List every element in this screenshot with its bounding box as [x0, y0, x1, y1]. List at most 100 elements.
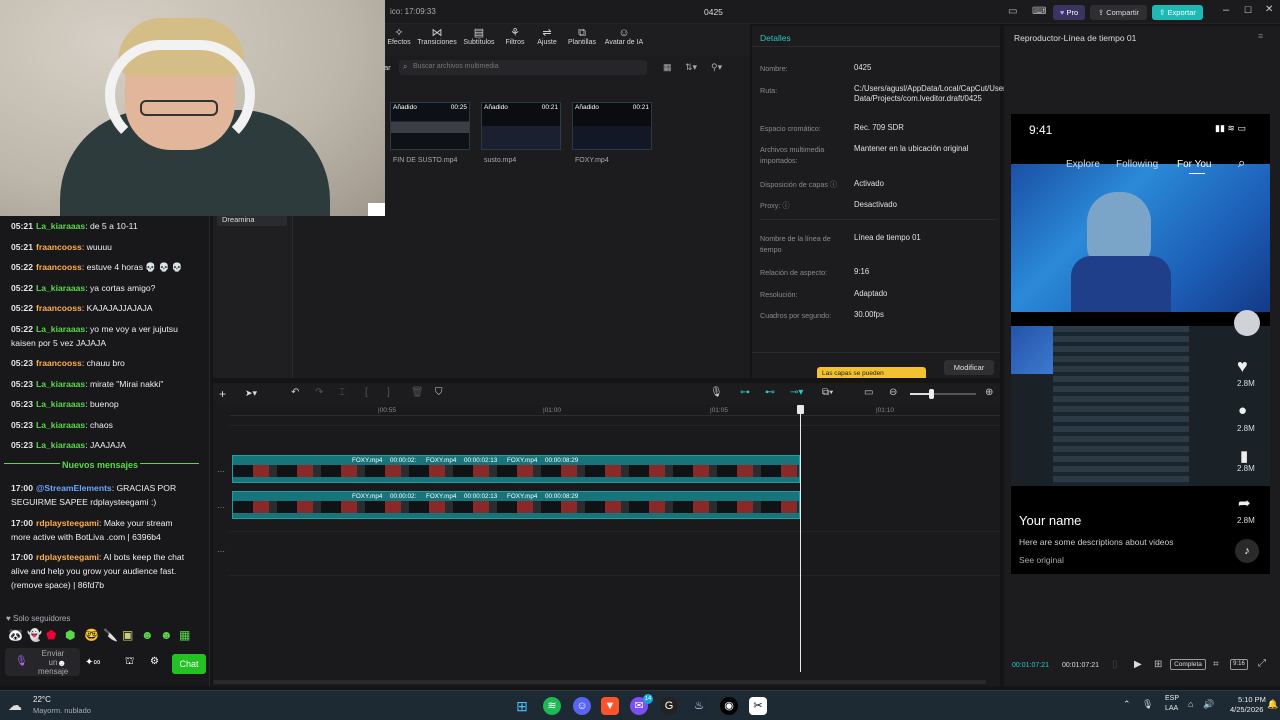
chat-send-button[interactable]: Chat [172, 654, 206, 674]
tab-filters[interactable]: ⚘ Filtros [497, 27, 533, 46]
tab-adjust[interactable]: ⇌ Ajuste [529, 27, 565, 46]
maximize-icon[interactable]: ☐ [1244, 5, 1252, 16]
link-icon[interactable]: ⊷ [765, 387, 775, 398]
media-clip-foxy[interactable]: Añadido 00:21 [572, 102, 652, 150]
media-clip-susto[interactable]: Añadido 00:21 [481, 102, 561, 150]
media-clip-fin-de-susto[interactable]: Añadido 00:25 [390, 102, 470, 150]
chat-username[interactable]: La_kiaraaas [36, 379, 85, 389]
microphone-icon[interactable]: 🎙 [710, 387, 723, 398]
chat-username[interactable]: La_kiaraaas [36, 221, 85, 231]
playhead[interactable] [800, 405, 801, 672]
brave-icon[interactable]: ▼ [601, 697, 619, 715]
trim-right-icon[interactable]: ] [387, 387, 390, 398]
import-label[interactable]: ar [384, 63, 391, 72]
capcut-g-icon[interactable]: G [660, 697, 678, 715]
snap-icon[interactable]: ⧉▾ [822, 387, 833, 398]
emote-icon[interactable]: ☻ [160, 628, 173, 642]
emote-icon[interactable]: 🤓 [84, 628, 99, 642]
split-icon[interactable]: ⌶ [339, 387, 345, 398]
media-search-input[interactable]: ⌕ Buscar archivos multimedia [399, 60, 647, 75]
chat-username[interactable]: fraancooss [36, 242, 82, 252]
comment-icon[interactable]: ● [1238, 402, 1247, 419]
caption-icon[interactable]: ▭ [864, 387, 873, 398]
capcut-icon[interactable]: ✂ [749, 697, 767, 715]
weather-temp[interactable]: 22°C [33, 695, 51, 704]
chat-username[interactable]: rdplaysteegami [36, 552, 99, 562]
search-icon[interactable]: ⌕ [1238, 155, 1245, 171]
lang-top[interactable]: ESP [1165, 695, 1179, 702]
tab-subtitles[interactable]: ▤ Subtítulos [461, 27, 497, 46]
export-button[interactable]: ⇧ Exportar [1152, 5, 1203, 20]
menu-icon[interactable]: ≡ [1258, 31, 1263, 41]
minimize-icon[interactable]: – [1223, 4, 1229, 16]
tab-explore[interactable]: Explore [1066, 159, 1100, 170]
fit-icon[interactable]: ▯ [1112, 659, 1118, 670]
delete-icon[interactable]: 🗑 [411, 387, 424, 398]
microphone-icon[interactable]: 🎙 [15, 656, 28, 667]
sort-icon[interactable]: ⇅▾ [685, 62, 697, 73]
obs-icon[interactable]: ◉ [720, 697, 738, 715]
mic-tray-icon[interactable]: 🎙 [1142, 699, 1153, 710]
zoom-in-icon[interactable]: ⊕ [985, 387, 993, 398]
chevron-up-icon[interactable]: ⌃ [1123, 699, 1131, 710]
timeline-scrollbar[interactable] [213, 680, 986, 684]
chat-username[interactable]: fraancooss [36, 262, 82, 272]
shortcut-icon[interactable]: ⌨ [1032, 6, 1046, 17]
crop-icon[interactable]: ⊞ [1154, 659, 1162, 670]
share-icon[interactable]: ➦ [1238, 494, 1251, 512]
chat-username[interactable]: fraancooss [36, 358, 82, 368]
modify-button[interactable]: Modificar [944, 360, 994, 375]
share-button[interactable]: ⇪ Compartir [1090, 5, 1147, 20]
fullscreen-icon[interactable]: ⤢ [1258, 658, 1266, 669]
chat-username[interactable]: La_kiaraaas [36, 420, 85, 430]
chat-username[interactable]: La_kiaraaas [36, 440, 85, 450]
avatar-icon[interactable] [1234, 310, 1260, 336]
store-icon[interactable]: ⛫ [125, 656, 134, 669]
video-track-clip[interactable]: FOXY.mp4 00:00:02: FOXY.mp4 00:00:02:13 … [232, 491, 800, 519]
emote-icon[interactable]: 🐼 [8, 628, 23, 642]
emote-icon[interactable]: ⬢ [65, 628, 75, 642]
tab-following[interactable]: Following [1116, 159, 1158, 170]
chat-username[interactable]: La_kiaraaas [36, 283, 85, 293]
emote-icon[interactable]: ⬟ [46, 628, 56, 642]
chat-username[interactable]: rdplaysteegami [36, 518, 99, 528]
tab-for-you[interactable]: For You [1177, 159, 1211, 170]
playhead-handle[interactable] [797, 405, 804, 414]
play-icon[interactable]: ▶ [1134, 659, 1142, 670]
magnet-icon[interactable]: ⊶ [740, 387, 750, 398]
close-icon[interactable]: ✕ [1265, 4, 1273, 15]
emote-icon[interactable]: 🔪 [103, 628, 118, 642]
track-more-icon[interactable]: ⋯ [217, 547, 225, 556]
undo-icon[interactable]: ↶ [291, 387, 299, 398]
shield-icon[interactable]: ⛉ [435, 387, 443, 398]
zoom-slider[interactable] [910, 389, 976, 399]
aspect-button[interactable]: 9:16 [1230, 659, 1248, 670]
bell-icon[interactable]: 🔔 [1267, 699, 1278, 710]
grid-view-icon[interactable]: ▦ [663, 62, 672, 73]
tab-effects[interactable]: ✧ Efectos [381, 27, 417, 46]
windows-start-icon[interactable]: ⊞ [513, 697, 531, 715]
gear-icon[interactable]: ⚙ [150, 656, 159, 667]
volume-icon[interactable]: 🔊 [1203, 699, 1214, 710]
zoom-slider-handle[interactable] [929, 389, 934, 399]
screenshot-icon[interactable]: ⌗ [1213, 659, 1219, 670]
discord-icon[interactable]: ☺ [573, 697, 591, 715]
track-more-icon[interactable]: ⋯ [217, 503, 225, 512]
steam-icon[interactable]: ♨ [690, 697, 708, 715]
chat-username[interactable]: fraancooss [36, 303, 82, 313]
trim-left-icon[interactable]: [ [365, 387, 368, 398]
see-original-link[interactable]: See original [1019, 555, 1064, 565]
video-track-clip[interactable]: FOXY.mp4 00:00:02: FOXY.mp4 00:00:02:13 … [232, 455, 800, 483]
emote-icon[interactable]: ▣ [122, 628, 133, 642]
chat-input[interactable]: 🎙 Enviar un mensaje ☻ [5, 648, 80, 676]
filter-icon[interactable]: ⚲▾ [711, 62, 722, 73]
ratio-button[interactable]: Completa [1170, 659, 1206, 670]
spotify-icon[interactable]: ≋ [543, 697, 561, 715]
track-more-icon[interactable]: ⋯ [217, 467, 225, 476]
preview-axis-icon[interactable]: ⊸▾ [790, 387, 803, 398]
layout-icon[interactable]: ▭ [1008, 6, 1017, 17]
bookmark-icon[interactable]: ▮ [1240, 447, 1248, 465]
chat-username[interactable]: @StreamElements [36, 483, 112, 493]
emote-icon[interactable]: 👻 [27, 628, 42, 642]
tab-templates[interactable]: ⧉ Plantillas [564, 27, 600, 46]
